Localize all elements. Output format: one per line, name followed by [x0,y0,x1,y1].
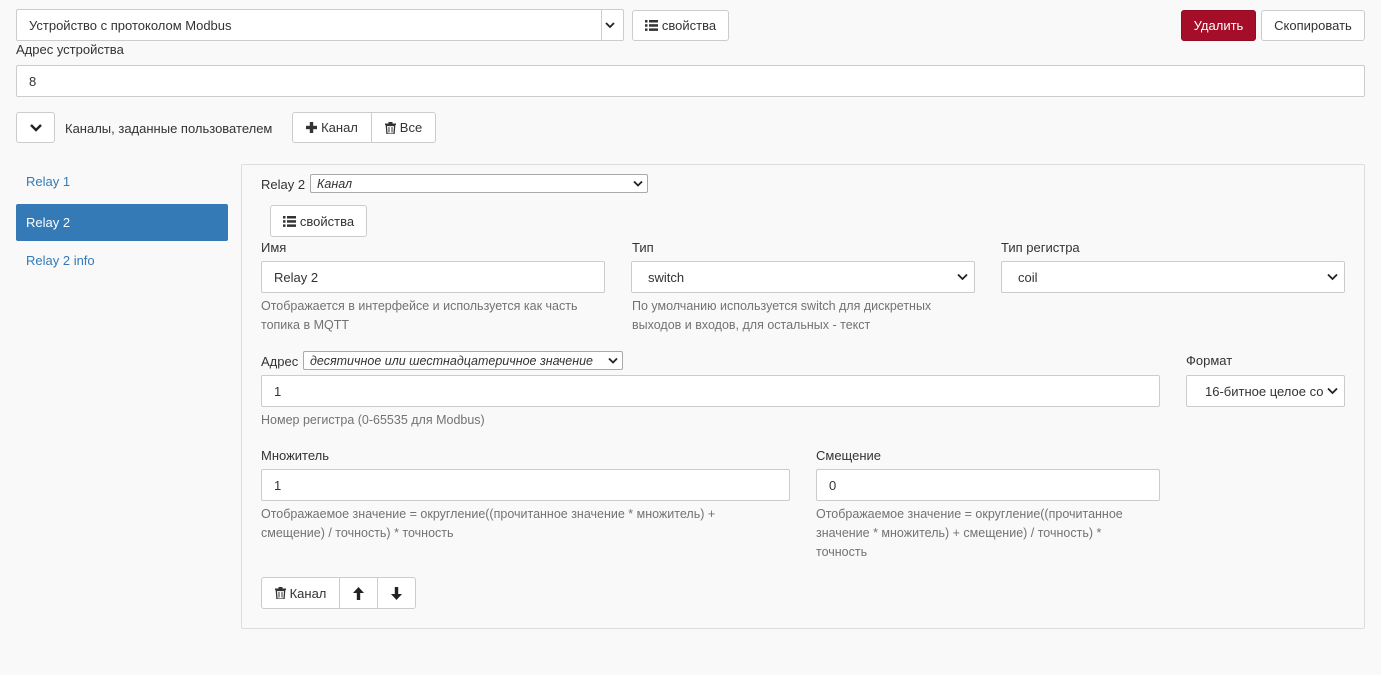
delete-all-label: Все [399,120,423,135]
channel-properties-button[interactable]: свойства [270,205,367,237]
trash-icon [274,587,286,599]
move-up-button[interactable] [339,577,378,609]
address-mode-select[interactable]: десятичное или шестнадцатеричное значени… [303,351,623,370]
channel-properties-label: свойства [299,213,355,229]
scale-value: 1 [274,477,282,493]
name-help: Отображается в интерфейсе и используется… [261,297,577,335]
format-label: Формат [1186,353,1233,368]
chevron-down-icon [1327,387,1338,395]
device-address-value: 8 [29,73,37,89]
chevron-down-icon [633,180,643,187]
chevron-down-icon [957,273,968,281]
chevron-down-icon [29,123,42,132]
chevron-down-icon [601,10,619,40]
register-type-label: Тип регистра [1001,240,1080,255]
scale-input[interactable]: 1 [261,469,790,501]
device-properties-button[interactable]: свойства [632,10,729,41]
type-help-line: выходов и входов, для остальных - текст [632,318,871,332]
offset-value: 0 [829,477,837,493]
type-help-line: По умолчанию используется switch для дис… [632,299,932,313]
arrow-up-icon [353,586,364,600]
chevron-down-icon [608,357,618,364]
type-help: По умолчанию используется switch для дис… [632,297,931,335]
address-label: Адрес [261,354,299,369]
scale-help-line: Отображаемое значение = округление((проч… [261,507,716,521]
sidebar-item-label: Relay 2 [26,215,71,230]
sidebar-item-relay-2-info[interactable]: Relay 2 info [16,242,228,279]
name-label: Имя [261,240,287,255]
move-down-button[interactable] [377,577,416,609]
delete-device-label: Удалить [1193,18,1244,33]
list-icon [644,20,658,31]
collapse-channels-button[interactable] [16,112,55,143]
trash-icon [384,121,396,134]
add-channel-button[interactable]: Канал [292,112,372,143]
offset-help: Отображаемое значение = округление((проч… [816,505,1123,562]
offset-label: Смещение [816,448,882,463]
add-channel-label: Канал [321,120,358,135]
address-value: 1 [274,383,282,399]
copy-device-button[interactable]: Скопировать [1261,10,1365,41]
address-mode-value: десятичное или шестнадцатеричное значени… [310,353,593,368]
channels-section-title: Каналы, заданные пользователем [65,121,273,136]
device-type-select[interactable]: Устройство с протоколом Modbus [16,9,624,41]
name-input[interactable]: Relay 2 [261,261,605,293]
device-address-input[interactable]: 8 [16,65,1365,97]
name-help-line: Отображается в интерфейсе и используется… [261,299,578,313]
arrow-down-icon [391,586,402,600]
offset-help-line: точность [816,545,868,559]
channel-actions-toolbar: Канал [261,577,416,609]
type-value: switch [648,269,685,285]
format-select[interactable]: 16-битное целое со знаком [1186,375,1345,407]
sidebar-item-relay-2[interactable]: Relay 2 [16,204,228,241]
list-icon [282,215,296,227]
delete-device-button[interactable]: Удалить [1181,10,1256,41]
chevron-down-icon [1327,273,1338,281]
delete-all-channels-button[interactable]: Все [371,112,436,143]
delete-channel-button[interactable]: Канал [261,577,340,609]
sidebar-item-relay-1[interactable]: Relay 1 [16,163,228,200]
offset-help-line: значение * множитель) + смещение) / точн… [816,526,1102,540]
device-type-value: Устройство с протоколом Modbus [29,17,232,33]
device-address-label: Адрес устройства [16,42,124,57]
register-type-value: coil [1018,269,1038,285]
channel-kind-value: Канал [317,176,353,191]
sidebar-item-label: Relay 1 [26,174,71,189]
name-value: Relay 2 [274,269,319,285]
type-select[interactable]: switch [631,261,975,293]
delete-channel-label: Канал [289,585,327,601]
plus-icon [306,122,318,133]
offset-help-line: Отображаемое значение = округление((проч… [816,507,1123,521]
address-help: Номер регистра (0-65535 для Modbus) [261,413,485,427]
channel-kind-select[interactable]: Канал [310,174,648,193]
channels-toolbar: Канал Все [292,112,436,143]
name-help-line: топика в MQTT [261,318,349,332]
type-label: Тип [632,240,654,255]
copy-device-label: Скопировать [1274,18,1352,33]
scale-label: Множитель [261,448,330,463]
channel-name-header: Relay 2 [261,177,306,192]
address-input[interactable]: 1 [261,375,1160,407]
scale-help-line: смещение) / точность) * точность [261,526,454,540]
sidebar-item-label: Relay 2 info [26,253,95,268]
offset-input[interactable]: 0 [816,469,1160,501]
scale-help: Отображаемое значение = округление((проч… [261,505,715,543]
device-properties-label: свойства [661,18,717,33]
register-type-select[interactable]: coil [1001,261,1345,293]
format-value: 16-битное целое со знаком [1205,383,1324,399]
